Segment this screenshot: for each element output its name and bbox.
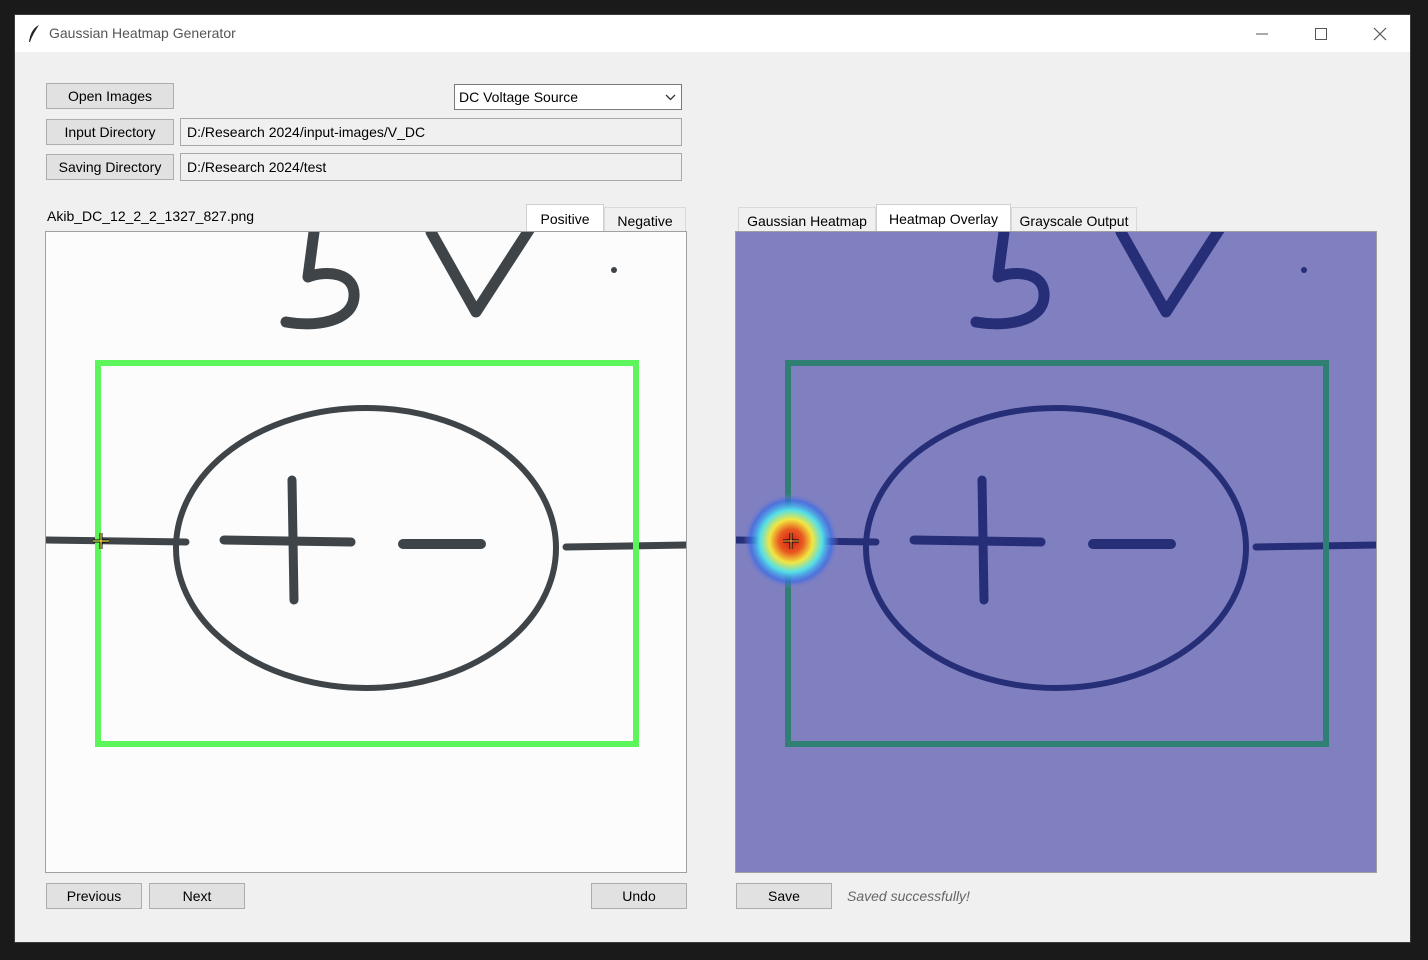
feather-icon [29, 25, 39, 42]
tab-grayscale-output[interactable]: Grayscale Output [1011, 207, 1137, 232]
undo-button[interactable]: Undo [591, 883, 687, 909]
input-directory-field[interactable]: D:/Research 2024/input-images/V_DC [180, 118, 682, 146]
minimize-button[interactable] [1233, 15, 1291, 52]
save-button[interactable]: Save [736, 883, 832, 909]
maximize-button[interactable] [1292, 15, 1350, 52]
status-message: Saved successfully! [847, 888, 970, 904]
close-button[interactable] [1351, 15, 1409, 52]
saving-directory-field[interactable]: D:/Research 2024/test [180, 153, 682, 181]
symbol-drawing [46, 232, 686, 747]
window-title: Gaussian Heatmap Generator [49, 25, 236, 41]
annotation-canvas[interactable] [45, 231, 687, 873]
tab-heatmap-overlay[interactable]: Heatmap Overlay [876, 204, 1011, 232]
overlay-canvas [735, 231, 1377, 873]
class-select-value: DC Voltage Source [459, 89, 579, 105]
title-bar: Gaussian Heatmap Generator [15, 15, 1410, 52]
next-button[interactable]: Next [149, 883, 245, 909]
minimize-icon [1256, 33, 1268, 35]
overlay-drawing [736, 232, 1376, 747]
close-icon [1373, 27, 1387, 41]
input-directory-button[interactable]: Input Directory [46, 119, 174, 145]
tab-gaussian-heatmap[interactable]: Gaussian Heatmap [738, 207, 876, 232]
image-filename: Akib_DC_12_2_2_1327_827.png [47, 208, 255, 224]
app-window: Gaussian Heatmap Generator Open Images I… [15, 15, 1410, 942]
handwritten-symbol [46, 232, 686, 691]
overlay-symbol [736, 232, 1376, 691]
maximize-icon [1315, 28, 1327, 40]
tab-negative[interactable]: Negative [604, 207, 686, 232]
previous-button[interactable]: Previous [46, 883, 142, 909]
class-select[interactable]: DC Voltage Source [454, 84, 682, 110]
saving-directory-button[interactable]: Saving Directory [46, 154, 174, 180]
open-images-button[interactable]: Open Images [46, 83, 174, 109]
chevron-down-icon [665, 94, 676, 101]
tab-positive[interactable]: Positive [526, 204, 604, 232]
